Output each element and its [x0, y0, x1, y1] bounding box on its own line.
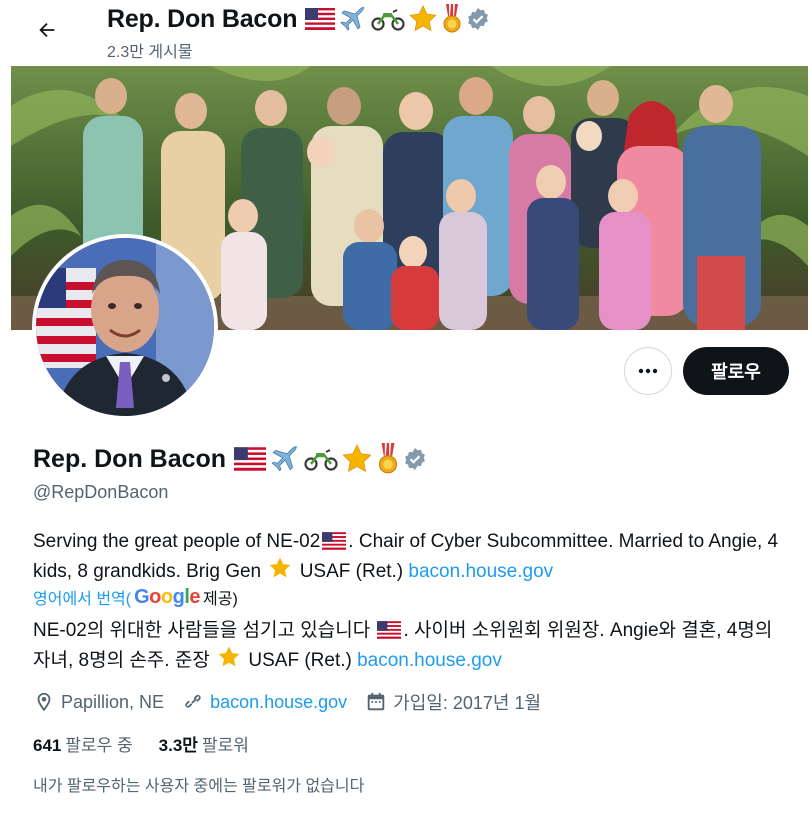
star-icon — [409, 4, 437, 32]
profile-name-emojis — [234, 443, 427, 475]
profile-name-text: Rep. Don Bacon — [33, 444, 227, 473]
translated-bio: NE-02의 위대한 사람들을 섬기고 있습니다 . 사이버 소위원회 위원장.… — [33, 617, 783, 675]
following-label: 팔로우 중 — [65, 736, 133, 755]
us-flag-icon — [234, 447, 267, 471]
trans-link[interactable]: bacon.house.gov — [357, 650, 502, 671]
trans-text-1: NE-02의 위대한 사람들을 섬기고 있습니다 — [33, 620, 371, 641]
join-date-text: 가입일: 2017년 1월 — [393, 693, 542, 713]
star-icon — [342, 444, 372, 473]
header-title: Rep. Don Bacon — [107, 4, 490, 34]
follow-button[interactable]: 팔로우 — [683, 347, 789, 395]
star-icon — [270, 557, 291, 578]
profile-bio: Serving the great people of NE-02. Chair… — [33, 528, 783, 586]
calendar-icon — [367, 692, 385, 711]
star-icon — [218, 646, 240, 667]
followers-count: 3.3만 — [158, 736, 198, 755]
more-icon — [638, 368, 658, 374]
more-options-button[interactable] — [624, 347, 672, 395]
verified-badge-icon[interactable] — [466, 7, 490, 31]
profile-handle: @RepDonBacon — [33, 482, 169, 502]
followers-stat[interactable]: 3.3만 팔로워 — [159, 731, 249, 756]
translate-attribution[interactable]: 영어에서 번역( Google 제공) — [33, 585, 238, 609]
bio-text-1: Serving the great people of NE-02 — [33, 531, 321, 552]
trans-text-3: USAF (Ret.) — [248, 650, 352, 671]
profile-name: Rep. Don Bacon — [33, 443, 427, 475]
us-flag-icon — [377, 621, 402, 639]
motorcycle-icon — [304, 449, 338, 471]
translate-suffix: 제공) — [203, 591, 238, 608]
airplane-icon — [271, 445, 298, 472]
website-link[interactable]: bacon.house.gov — [210, 692, 347, 713]
link-icon — [185, 694, 201, 708]
back-button[interactable] — [27, 12, 67, 48]
mutual-followers-note: 내가 팔로우하는 사용자 중에는 팔로워가 없습니다 — [33, 778, 365, 795]
header-name: Rep. Don Bacon — [107, 4, 298, 33]
header-emojis — [305, 4, 490, 34]
join-date: 가입일: 2017년 1월 — [365, 689, 541, 715]
location: Papillion, NE — [33, 691, 164, 713]
following-stat[interactable]: 641 팔로우 중 — [33, 731, 133, 756]
website[interactable]: bacon.house.gov — [182, 691, 347, 713]
medal-icon — [443, 4, 461, 33]
top-header: Rep. Don Bacon 2.3만 게시물 — [0, 0, 812, 64]
medal-icon — [379, 443, 398, 474]
back-arrow-icon — [39, 22, 55, 38]
location-icon — [37, 692, 51, 712]
us-flag-icon — [322, 532, 347, 550]
motorcycle-icon — [371, 9, 405, 31]
avatar-photo — [36, 238, 214, 416]
translate-label: 영어에서 번역( — [33, 591, 132, 608]
profile-avatar[interactable] — [32, 234, 218, 420]
follow-stats: 641 팔로우 중 3.3만 팔로워 — [33, 731, 275, 756]
following-count: 641 — [33, 736, 62, 755]
header-post-count: 2.3만 게시물 — [107, 44, 193, 61]
location-text: Papillion, NE — [61, 691, 165, 712]
us-flag-icon — [305, 8, 336, 30]
airplane-icon — [340, 6, 365, 31]
bio-text-3: USAF (Ret.) — [299, 561, 404, 582]
bio-link[interactable]: bacon.house.gov — [408, 561, 553, 582]
verified-badge-icon[interactable] — [403, 447, 427, 471]
followers-label: 팔로워 — [201, 736, 249, 755]
profile-meta: Papillion, NE bacon.house.gov 가입일: 2017년… — [33, 688, 559, 716]
google-logo: Google — [134, 585, 200, 608]
